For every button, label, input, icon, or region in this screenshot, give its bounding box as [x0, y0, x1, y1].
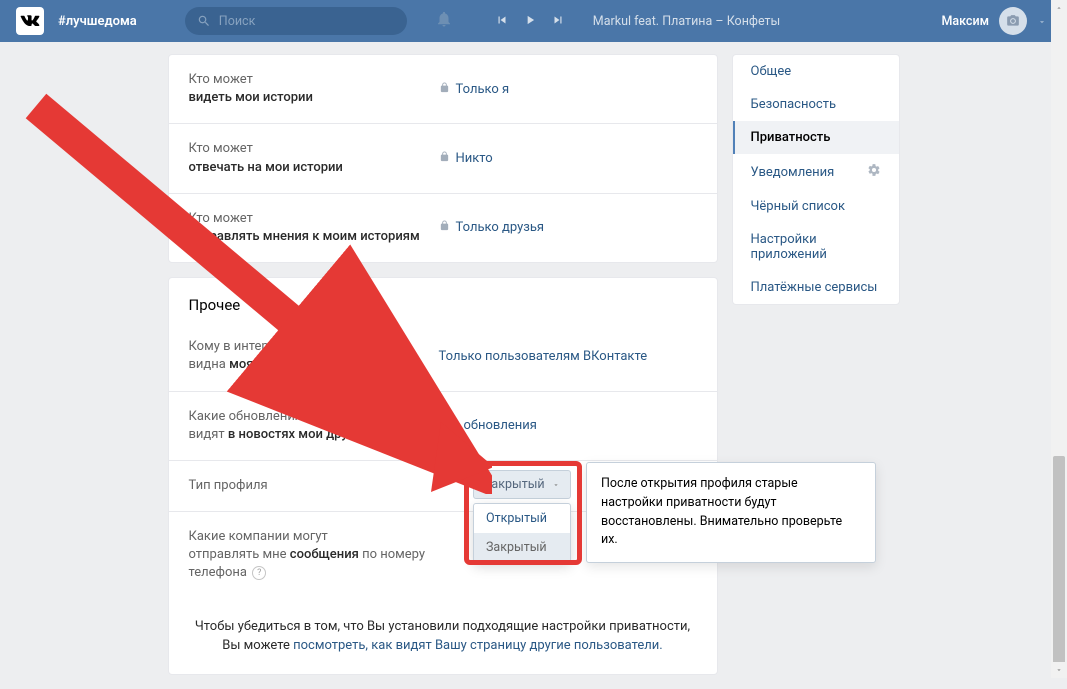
player-controls: Markul feat. Платина – Конфеты: [495, 12, 780, 31]
top-header: #лучшедома Поиск Markul feat. Платина – …: [0, 0, 1067, 42]
search-box[interactable]: Поиск: [185, 7, 407, 35]
settings-row[interactable]: Кто можетотправлять мнения к моим истори…: [169, 194, 717, 262]
avatar: [999, 7, 1027, 35]
sidebar-item-label: Приватность: [751, 130, 831, 145]
privacy-footer: Чтобы убедиться в том, что Вы установили…: [169, 599, 717, 674]
play-icon: [523, 13, 537, 27]
dropdown-menu: ОткрытыйЗакрытый: [473, 503, 571, 563]
section-title: Прочее: [169, 278, 717, 322]
sidebar-item-label: Общее: [751, 64, 792, 79]
settings-row[interactable]: Кому в интернетевидна моя страницаТолько…: [169, 322, 717, 391]
lock-icon: [439, 220, 450, 235]
row-label: Кто можетотвечать на мои истории: [189, 140, 439, 176]
sidebar-item-label: Чёрный список: [751, 199, 845, 214]
caret-down-icon: [552, 481, 560, 489]
row-label: Какие компании могутотправлять мне сообщ…: [189, 528, 439, 583]
scrollbar-thumb[interactable]: [1053, 456, 1065, 666]
settings-sidebar: Общее Безопасность Приватность Уведомления Ч…: [732, 54, 900, 305]
row-label: Какие обновлениявидят в новостях мои дру…: [189, 408, 439, 444]
scrollbar-track[interactable]: [1051, 0, 1067, 678]
chevron-down-icon: [1037, 17, 1047, 27]
search-icon: [197, 14, 211, 28]
sidebar-item-label: Платёжные сервисы: [751, 280, 878, 295]
row-label: Кто можетвидеть мои истории: [189, 71, 439, 107]
row-value: Только друзья: [439, 220, 545, 235]
sidebar-item[interactable]: Настройки приложений: [733, 223, 899, 271]
vk-logo[interactable]: [16, 7, 44, 35]
dropdown-selected: Закрытый: [484, 477, 545, 492]
camera-icon: [1006, 14, 1020, 28]
user-chevron: [1037, 12, 1047, 31]
chevron-down-icon: [1055, 666, 1063, 674]
skip-next-icon: [551, 13, 565, 27]
row-label: Кто можетотправлять мнения к моим истори…: [189, 210, 439, 246]
user-name: Максим: [941, 14, 989, 29]
sidebar-item[interactable]: Безопасность: [733, 88, 899, 121]
row-label: Тип профиля: [189, 477, 439, 495]
settings-row[interactable]: Кто можетотвечать на мои историиНикто: [169, 124, 717, 193]
dropdown-option[interactable]: Закрытый: [474, 533, 570, 562]
sidebar-item-label: Уведомления: [751, 165, 835, 180]
scroll-up-button[interactable]: [1051, 0, 1067, 16]
profile-type-dropdown-wrap: Закрытый ОткрытыйЗакрытый: [473, 470, 571, 563]
play-button[interactable]: [523, 12, 537, 31]
chevron-up-icon: [1055, 4, 1063, 12]
prev-track-button[interactable]: [495, 12, 509, 31]
help-icon[interactable]: ?: [252, 566, 266, 580]
vk-logo-icon: [16, 7, 44, 35]
dropdown-option[interactable]: Открытый: [474, 504, 570, 533]
sidebar-item[interactable]: Приватность: [733, 121, 899, 154]
lock-icon: [439, 82, 450, 97]
user-menu[interactable]: Максим: [941, 7, 1047, 35]
page-body: Кто можетвидеть мои историиТолько яКто м…: [0, 42, 1067, 689]
privacy-preview-link[interactable]: посмотреть, как видят Вашу страницу друг…: [293, 638, 663, 653]
settings-content: Кто можетвидеть мои историиТолько яКто м…: [168, 54, 718, 689]
profile-type-tooltip: После открытия профиля старые настройки …: [586, 462, 876, 563]
notifications-button[interactable]: [435, 10, 453, 32]
sidebar-item-label: Безопасность: [751, 97, 837, 112]
row-value: Только пользователям ВКонтакте: [439, 349, 648, 364]
row-value: Все обновления: [439, 418, 537, 433]
sidebar-item[interactable]: Платёжные сервисы: [733, 271, 899, 304]
row-value: Никто: [439, 151, 493, 166]
stories-card: Кто можетвидеть мои историиТолько яКто м…: [168, 54, 718, 263]
profile-type-dropdown[interactable]: Закрытый: [473, 470, 571, 499]
lock-icon: [439, 151, 450, 166]
sidebar-item[interactable]: Уведомления: [733, 154, 899, 190]
bell-icon: [435, 10, 453, 28]
track-title[interactable]: Markul feat. Платина – Конфеты: [593, 14, 780, 29]
scroll-down-button[interactable]: [1051, 662, 1067, 678]
settings-row[interactable]: Какие обновлениявидят в новостях мои дру…: [169, 392, 717, 461]
footer-text-1: Чтобы убедиться в том, что Вы установили…: [195, 619, 690, 634]
sidebar-item[interactable]: Чёрный список: [733, 190, 899, 223]
search-placeholder: Поиск: [219, 14, 256, 29]
row-value: Только я: [439, 82, 510, 97]
footer-text-2: Вы можете: [222, 638, 293, 653]
sidebar-item-label: Настройки приложений: [751, 232, 881, 262]
skip-previous-icon: [495, 13, 509, 27]
row-label: Кому в интернетевидна моя страница: [189, 338, 439, 374]
gear-icon[interactable]: [867, 163, 881, 181]
next-track-button[interactable]: [551, 12, 565, 31]
sidebar-item[interactable]: Общее: [733, 55, 899, 88]
hashtag-label[interactable]: #лучшедома: [58, 14, 137, 29]
settings-row[interactable]: Кто можетвидеть мои историиТолько я: [169, 55, 717, 124]
